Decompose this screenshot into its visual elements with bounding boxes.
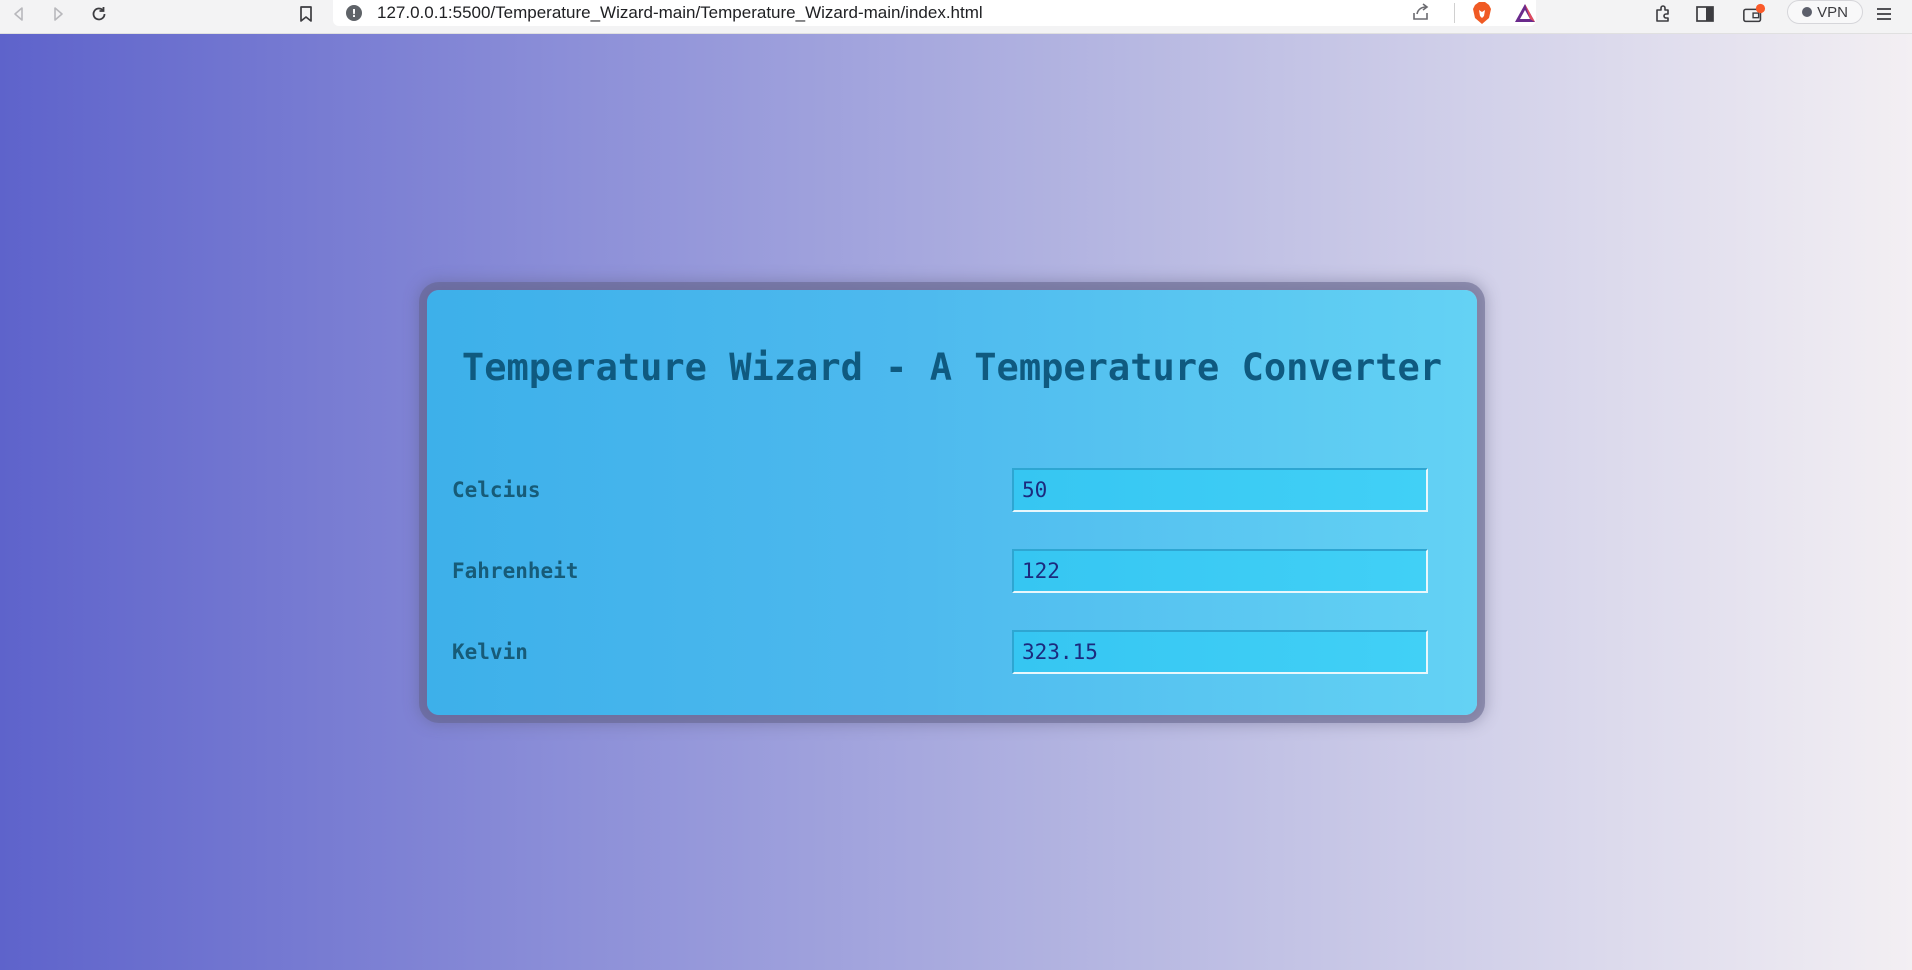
address-url[interactable]: 127.0.0.1:5500/Temperature_Wizard-main/T… bbox=[377, 3, 983, 23]
converter-card: Temperature Wizard - A Temperature Conve… bbox=[427, 290, 1477, 715]
kelvin-row: Kelvin bbox=[452, 630, 1452, 674]
page-title: Temperature Wizard - A Temperature Conve… bbox=[461, 346, 1443, 389]
address-divider bbox=[1454, 3, 1455, 23]
vpn-status-icon bbox=[1802, 7, 1813, 17]
sidebar-icon[interactable] bbox=[1693, 2, 1717, 26]
kelvin-input[interactable] bbox=[1012, 630, 1428, 674]
page-viewport: Temperature Wizard - A Temperature Conve… bbox=[0, 34, 1912, 970]
vpn-label: VPN bbox=[1817, 3, 1848, 21]
wallet-icon[interactable] bbox=[1742, 2, 1766, 26]
site-info-icon[interactable]: ! bbox=[346, 5, 362, 21]
fahrenheit-row: Fahrenheit bbox=[452, 549, 1452, 593]
fahrenheit-input[interactable] bbox=[1012, 549, 1428, 593]
bookmark-icon[interactable] bbox=[294, 2, 318, 26]
forward-icon[interactable] bbox=[46, 2, 70, 26]
back-icon[interactable] bbox=[7, 2, 31, 26]
extensions-icon[interactable] bbox=[1651, 2, 1675, 26]
celcius-input[interactable] bbox=[1012, 468, 1428, 512]
brave-shields-icon[interactable] bbox=[1471, 1, 1493, 25]
celcius-label: Celcius bbox=[452, 478, 541, 502]
address-bar[interactable]: ! 127.0.0.1:5500/Temperature_Wizard-main… bbox=[333, 0, 1536, 26]
menu-icon[interactable] bbox=[1872, 2, 1896, 26]
browser-toolbar: ! 127.0.0.1:5500/Temperature_Wizard-main… bbox=[0, 0, 1912, 34]
kelvin-label: Kelvin bbox=[452, 640, 528, 664]
reload-icon[interactable] bbox=[87, 2, 111, 26]
vpn-button[interactable]: VPN bbox=[1787, 0, 1863, 24]
fahrenheit-label: Fahrenheit bbox=[452, 559, 579, 583]
share-icon[interactable] bbox=[1410, 1, 1432, 28]
rewards-triangle-icon[interactable] bbox=[1513, 2, 1537, 24]
celcius-row: Celcius bbox=[452, 468, 1452, 512]
